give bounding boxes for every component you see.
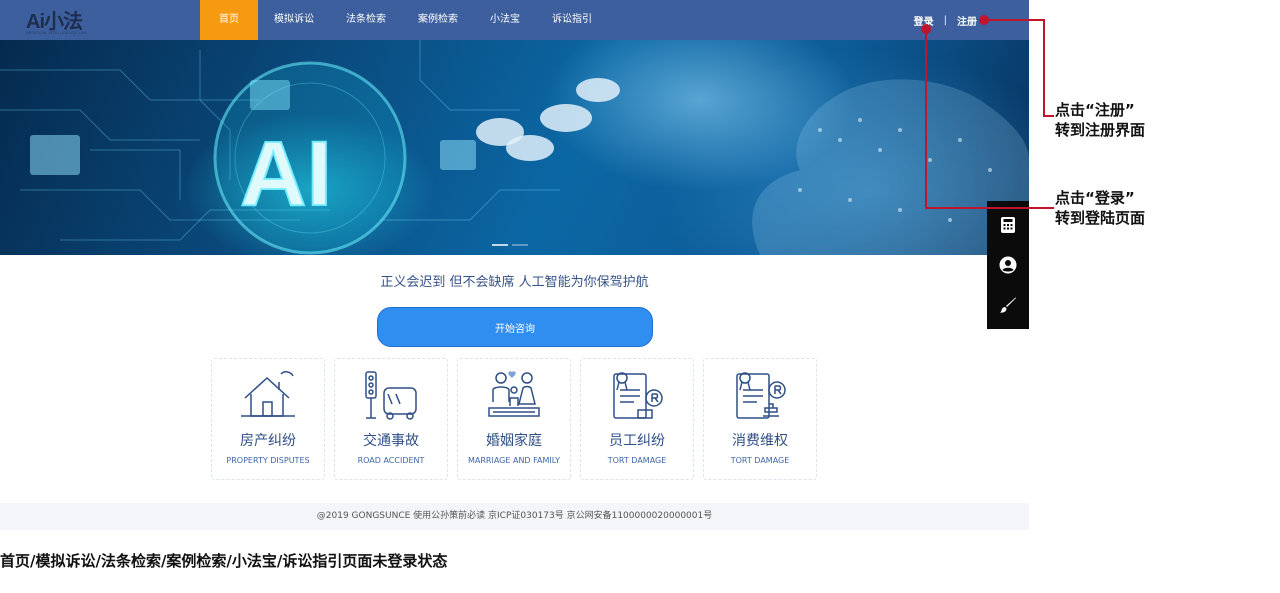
- login-marker: [921, 24, 931, 34]
- login-annotation-line2: 转到登陆页面: [1055, 209, 1146, 227]
- register-annotation: 点击“注册” 转到注册界面: [1055, 100, 1145, 140]
- register-annotation-line1: 点击“注册”: [1055, 101, 1135, 119]
- register-marker: [979, 15, 989, 25]
- page-caption: 首页/模拟诉讼/法条检索/案例检索/小法宝/诉讼指引页面未登录状态: [0, 552, 448, 570]
- register-annotation-line2: 转到注册界面: [1055, 121, 1146, 139]
- login-annotation: 点击“登录” 转到登陆页面: [1055, 188, 1145, 228]
- login-annotation-line1: 点击“登录”: [1055, 189, 1135, 207]
- annotation-callouts: [921, 15, 1054, 209]
